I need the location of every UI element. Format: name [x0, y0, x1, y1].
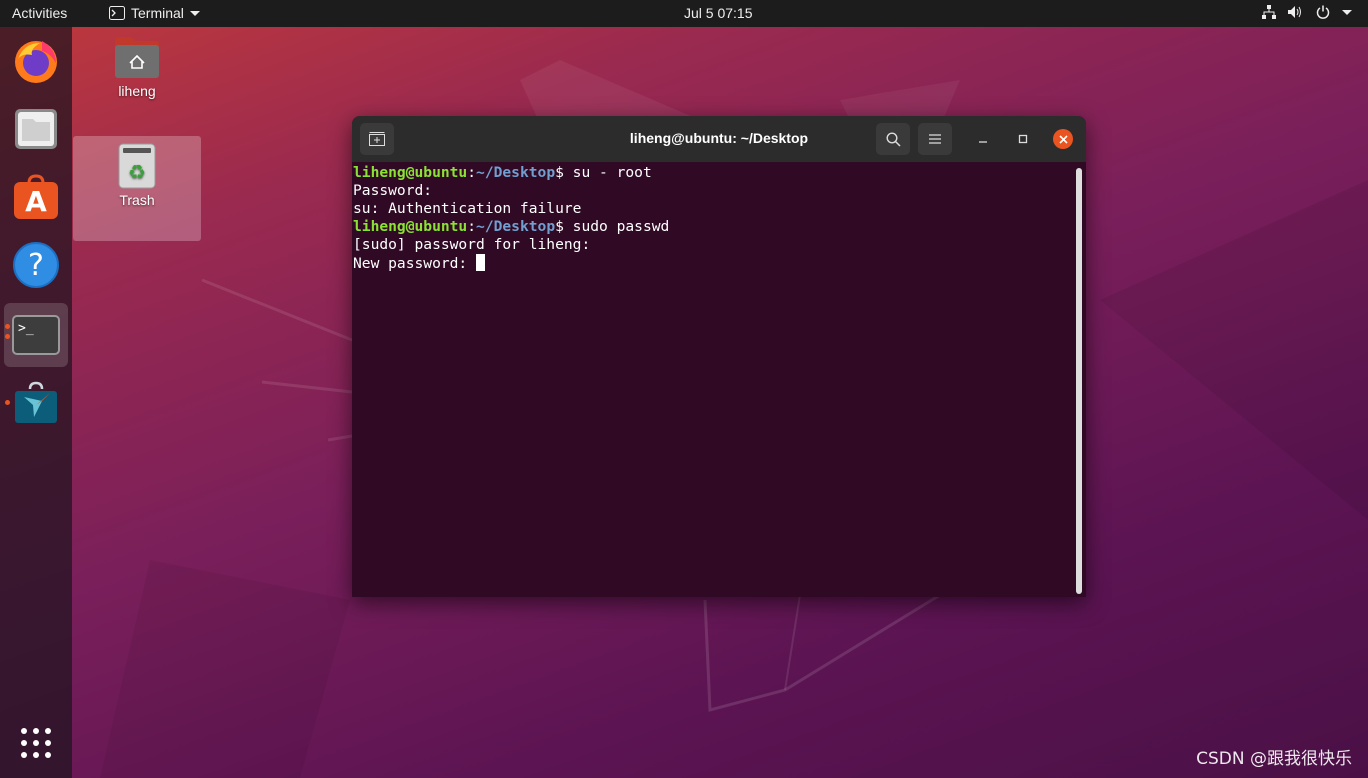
prompt-separator: :: [467, 218, 477, 235]
chevron-down-icon: [189, 10, 200, 16]
desktop-icon-label: Trash: [119, 192, 155, 208]
prompt-user: liheng@ubuntu: [353, 164, 468, 181]
command-text: $ sudo passwd: [555, 218, 670, 235]
show-applications-button[interactable]: [4, 711, 68, 775]
chevron-down-icon: [1342, 9, 1352, 15]
terminal-window[interactable]: liheng@ubuntu: ~/Desktop liheng@ubuntu:~…: [352, 116, 1086, 597]
svg-text:?: ?: [28, 248, 44, 283]
maximize-button[interactable]: [1013, 129, 1033, 149]
dock: A ? >_: [0, 27, 72, 778]
desktop-icon-trash[interactable]: ♻ Trash: [73, 136, 201, 241]
prompt-path: ~/Desktop: [476, 218, 556, 235]
running-indicator: [5, 324, 10, 329]
close-icon: [1058, 134, 1068, 144]
minimize-button[interactable]: [973, 129, 993, 149]
terminal-line: New password:: [353, 254, 1086, 272]
prompt-user: liheng@ubuntu: [353, 218, 468, 235]
desktop-icon-home[interactable]: liheng: [97, 34, 177, 99]
dock-software[interactable]: A: [4, 165, 68, 229]
minimize-icon: [979, 141, 987, 143]
clock[interactable]: Jul 5 07:15: [684, 5, 753, 21]
desktop-icon-label: liheng: [118, 83, 156, 99]
dock-firefox[interactable]: [4, 29, 68, 93]
text-cursor: [476, 254, 486, 271]
terminal-icon: [109, 6, 125, 20]
command-text: $ su - root: [555, 164, 652, 181]
top-bar: Activities Terminal Jul 5 07:15: [0, 0, 1368, 27]
terminal-line: [sudo] password for liheng:: [353, 236, 591, 253]
terminal-line: su: Authentication failure: [353, 200, 582, 217]
app-menu-label: Terminal: [131, 5, 184, 21]
help-icon: ?: [13, 242, 59, 288]
activities-button[interactable]: Activities: [12, 5, 67, 21]
command-text: New password:: [353, 255, 477, 272]
svg-text:A: A: [25, 185, 47, 218]
terminal-line: Password:: [353, 182, 433, 199]
dock-help[interactable]: ?: [4, 233, 68, 297]
prompt-separator: :: [467, 164, 477, 181]
svg-text:>_: >_: [18, 321, 34, 336]
hamburger-menu-icon: [929, 134, 941, 144]
terminal-line: liheng@ubuntu:~/Desktop$ su - root: [353, 164, 1086, 182]
software-store-icon: A: [14, 174, 58, 219]
maximize-icon: [1018, 134, 1028, 144]
title-bar[interactable]: liheng@ubuntu: ~/Desktop: [352, 116, 1086, 162]
running-indicator: [5, 400, 10, 405]
close-button[interactable]: [1053, 129, 1073, 149]
power-icon: [1316, 5, 1330, 19]
menu-button[interactable]: [918, 123, 952, 155]
home-folder-icon: [115, 37, 159, 78]
dock-terminal[interactable]: >_: [4, 303, 68, 367]
installer-icon: [15, 381, 57, 423]
app-menu[interactable]: Terminal: [109, 5, 200, 21]
files-icon: [15, 109, 57, 149]
app-grid-icon: [21, 728, 51, 758]
dock-files[interactable]: [4, 97, 68, 161]
firefox-icon: [15, 41, 57, 83]
prompt-path: ~/Desktop: [476, 164, 556, 181]
terminal-app-icon: >_: [12, 315, 60, 355]
terminal-line: liheng@ubuntu:~/Desktop$ sudo passwd: [353, 218, 1086, 236]
network-icon: [1262, 5, 1276, 19]
svg-text:♻: ♻: [128, 160, 146, 184]
terminal-output[interactable]: liheng@ubuntu:~/Desktop$ su - root Passw…: [352, 162, 1086, 597]
system-tray[interactable]: [1262, 5, 1352, 19]
trash-icon: ♻: [118, 143, 156, 189]
search-button[interactable]: [876, 123, 910, 155]
search-icon: [885, 131, 901, 147]
running-indicator: [5, 334, 10, 339]
watermark: CSDN @跟我很快乐: [1196, 749, 1352, 769]
dock-installer[interactable]: [4, 369, 68, 433]
scrollbar[interactable]: [1076, 168, 1082, 594]
volume-icon: [1288, 6, 1301, 18]
